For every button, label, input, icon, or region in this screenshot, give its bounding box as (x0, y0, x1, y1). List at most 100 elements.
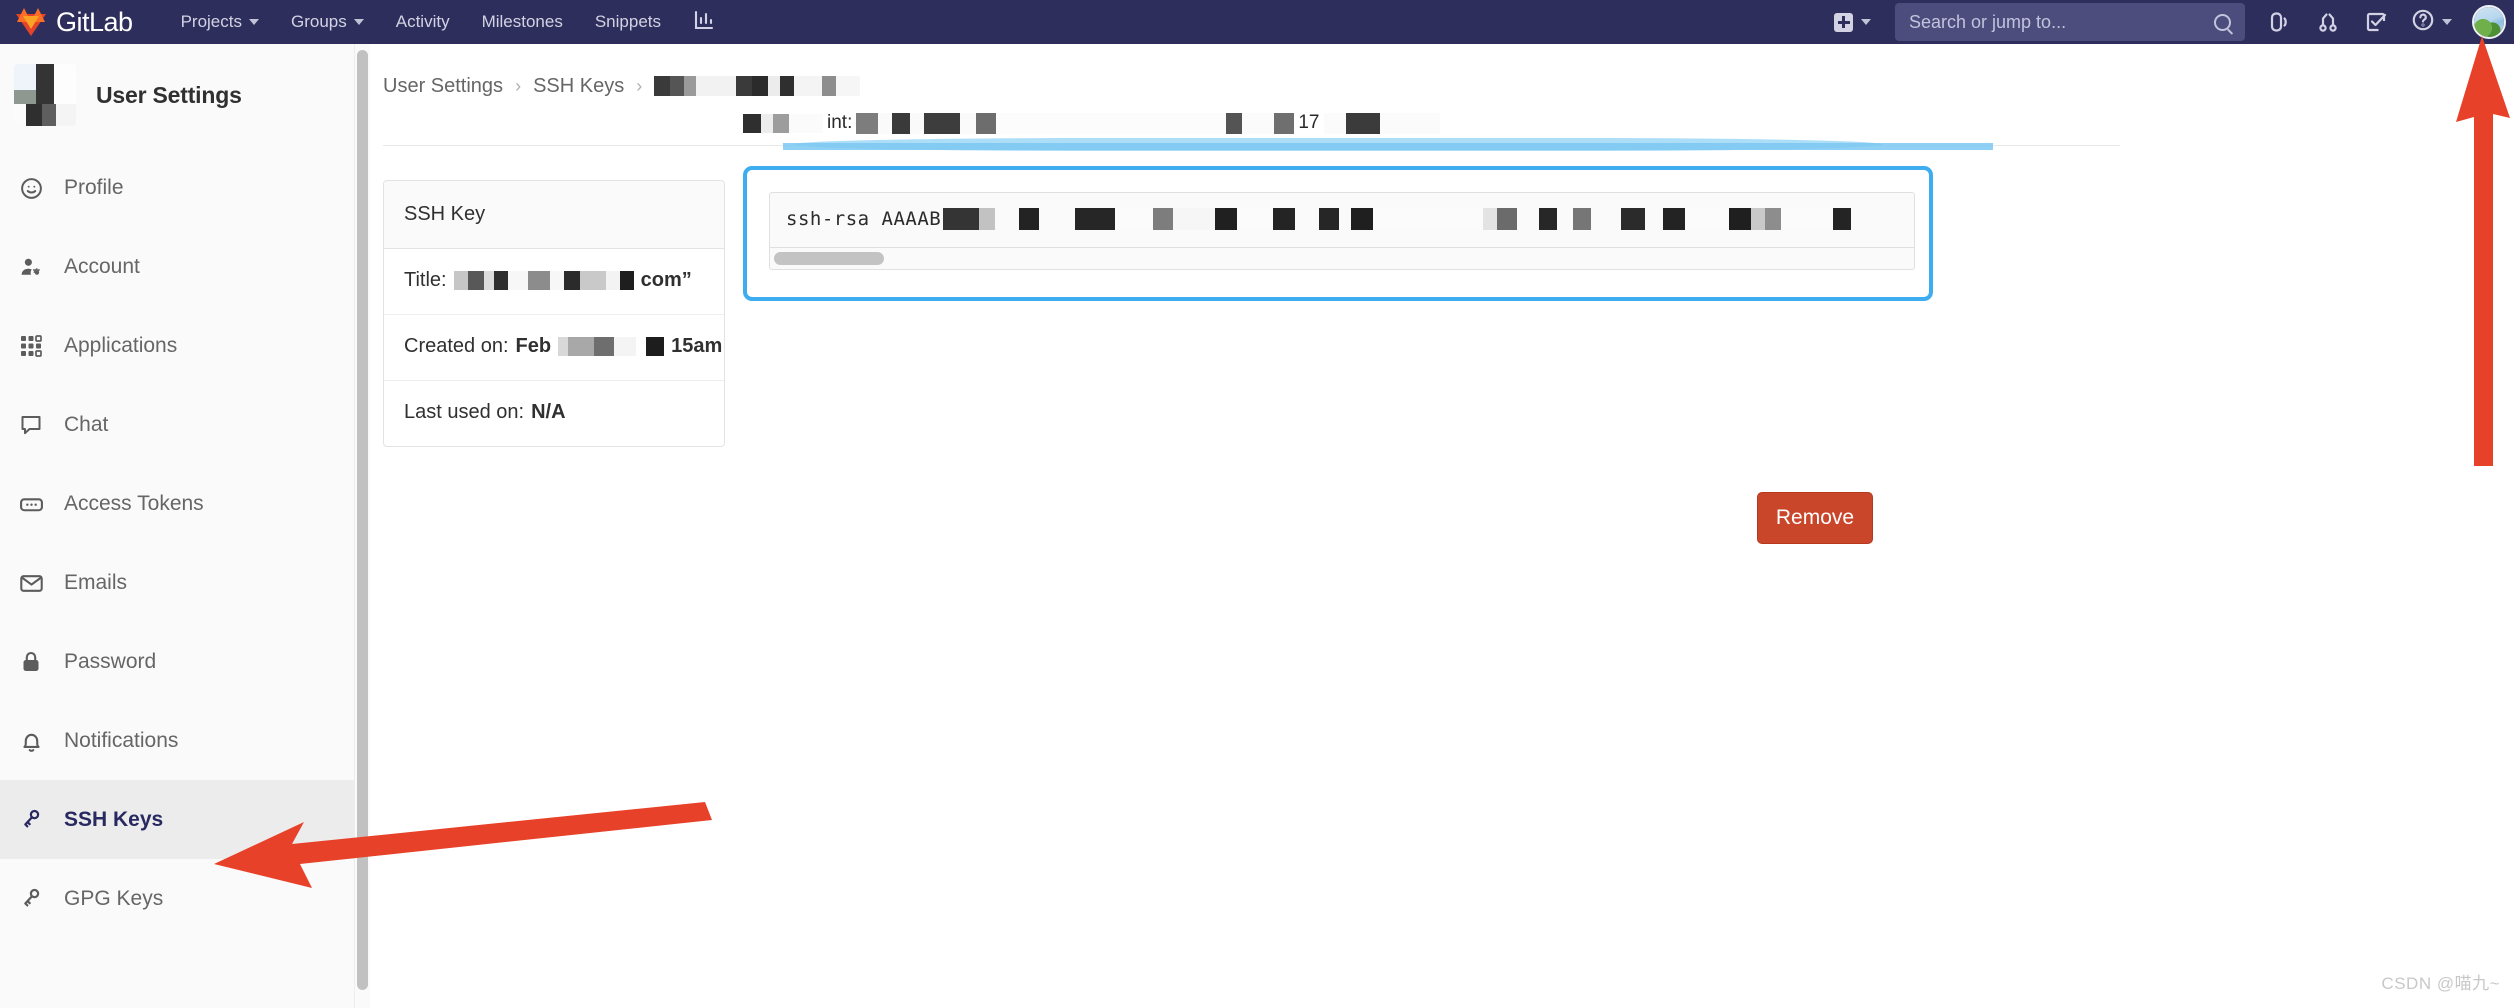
sidebar-item-label: GPG Keys (64, 887, 164, 910)
sidebar-item-profile[interactable]: Profile (0, 148, 369, 227)
comment-icon (18, 412, 44, 438)
scrollbar-thumb[interactable] (774, 252, 884, 265)
card-row-value-suffix: com” (640, 269, 692, 291)
key-icon (18, 807, 44, 833)
sidebar-item-label: SSH Keys (64, 808, 164, 831)
chevron-down-icon (2442, 19, 2452, 25)
chevron-down-icon (353, 19, 364, 25)
card-row-label: Title: (404, 269, 447, 291)
scrollbar-thumb[interactable] (357, 50, 368, 990)
settings-sidebar: User Settings Profile Account Applicatio… (0, 44, 370, 1008)
sidebar-item-label: Chat (64, 413, 109, 436)
sidebar-item-account[interactable]: Account (0, 227, 369, 306)
main-content: User Settings › SSH Keys › SSH Key Title… (371, 44, 2514, 1008)
chevron-down-icon (248, 19, 259, 25)
card-title: SSH Key (384, 181, 724, 249)
sidebar-item-label: Account (64, 255, 140, 278)
help-icon (2411, 8, 2435, 37)
ssh-key-textarea-wrap: ssh-rsa AAAAB (769, 192, 1915, 270)
highlight-underline-stroke (783, 143, 1993, 150)
breadcrumb-separator-icon: › (515, 75, 522, 96)
navbar-right: Search or jump to... (1822, 0, 2514, 44)
ssh-key-value-redacted (943, 208, 1852, 230)
card-row-value: N/A (531, 401, 566, 423)
envelope-icon (18, 570, 44, 596)
search-placeholder: Search or jump to... (1909, 11, 2067, 32)
search-input[interactable]: Search or jump to... (1895, 3, 2245, 41)
card-row-last-used-on: Last used on: N/A (384, 381, 724, 446)
grid-apps-icon (18, 333, 44, 359)
todos-icon[interactable] (2353, 0, 2399, 44)
lock-icon (18, 649, 44, 675)
nav-label: Activity (395, 12, 450, 31)
nav-item-activity[interactable]: Activity (380, 0, 466, 44)
sidebar-item-ssh-keys[interactable]: SSH Keys (0, 780, 369, 859)
card-row-label: Created on: (404, 335, 509, 357)
plus-square-icon (1834, 12, 1853, 32)
nav-label: Milestones (481, 12, 563, 31)
card-row-value-time: 15am (671, 335, 723, 357)
issues-icon[interactable] (2257, 0, 2303, 44)
sidebar-avatar-blurred (14, 64, 76, 126)
sidebar-item-label: Emails (64, 571, 128, 594)
user-circle-icon (18, 175, 44, 201)
sidebar-item-access-tokens[interactable]: Access Tokens (0, 464, 369, 543)
ssh-key-info-card: SSH Key Title: com” Created on: Feb 15am… (383, 180, 725, 447)
card-row-value-redacted (453, 271, 634, 291)
nav-item-milestones[interactable]: Milestones (466, 0, 579, 44)
gitlab-home-link[interactable]: GitLab (0, 7, 133, 38)
avatar (2474, 7, 2504, 37)
sidebar-item-label: Applications (64, 334, 178, 357)
card-row-created-on: Created on: Feb 15am (384, 315, 724, 381)
help-button[interactable] (2401, 8, 2462, 37)
breadcrumb: User Settings › SSH Keys › (371, 44, 2514, 102)
nav-label: Groups (290, 12, 347, 31)
key-heading-fragment: int: (827, 112, 853, 133)
user-cog-icon (18, 254, 44, 280)
sidebar-item-label: Profile (64, 176, 124, 199)
nav-label: Projects (180, 12, 242, 31)
top-navbar: GitLab Projects Groups Activity Mileston… (0, 0, 2514, 44)
remove-button[interactable]: Remove (1757, 492, 1873, 544)
sidebar-item-notifications[interactable]: Notifications (0, 701, 369, 780)
nav-item-groups[interactable]: Groups (275, 0, 380, 44)
breadcrumb-item-user-settings[interactable]: User Settings (383, 75, 503, 98)
sidebar-item-applications[interactable]: Applications (0, 306, 369, 385)
nav-item-analytics[interactable] (677, 0, 731, 44)
sidebar-item-password[interactable]: Password (0, 622, 369, 701)
key-panel-heading-redacted: int: 17 (743, 108, 1440, 138)
card-row-value-redacted (558, 337, 665, 357)
ssh-key-focus-box: ssh-rsa AAAAB (743, 166, 1933, 301)
sidebar-item-emails[interactable]: Emails (0, 543, 369, 622)
nav-item-snippets[interactable]: Snippets (579, 0, 677, 44)
sidebar-header: User Settings (0, 44, 369, 148)
token-icon (18, 491, 44, 517)
merge-requests-icon[interactable] (2305, 0, 2351, 44)
breadcrumb-item-redacted (654, 75, 861, 97)
chart-bar-icon (693, 9, 715, 36)
card-row-value-month: Feb (515, 335, 552, 357)
user-avatar-menu[interactable] (2472, 5, 2506, 39)
nav-item-projects[interactable]: Projects (165, 0, 275, 44)
ssh-key-horizontal-scrollbar[interactable] (769, 248, 1915, 270)
create-new-button[interactable] (1822, 12, 1883, 32)
sidebar-scrollbar[interactable] (354, 44, 370, 1008)
gitlab-wordmark: GitLab (56, 6, 133, 37)
watermark: CSDN @喵九~ (2381, 974, 2500, 993)
ssh-key-value-prefix: ssh-rsa AAAAB (786, 208, 942, 230)
sidebar-item-gpg-keys[interactable]: GPG Keys (0, 859, 369, 938)
sidebar-item-label: Access Tokens (64, 492, 204, 515)
card-row-label: Last used on: (404, 401, 525, 423)
card-row-title: Title: com” (384, 249, 724, 315)
sidebar-item-label: Password (64, 650, 157, 673)
breadcrumb-separator-icon: › (636, 75, 643, 96)
sidebar-item-label: Notifications (64, 729, 179, 752)
breadcrumb-item-ssh-keys[interactable]: SSH Keys (533, 75, 624, 98)
ssh-key-textarea[interactable]: ssh-rsa AAAAB (769, 192, 1915, 248)
search-icon (2214, 13, 2231, 31)
nav-label: Snippets (594, 12, 662, 31)
sidebar-item-chat[interactable]: Chat (0, 385, 369, 464)
app-root: GitLab Projects Groups Activity Mileston… (0, 0, 2514, 1008)
key-heading-fragment2: 17 (1298, 112, 1320, 133)
bell-icon (18, 728, 44, 754)
